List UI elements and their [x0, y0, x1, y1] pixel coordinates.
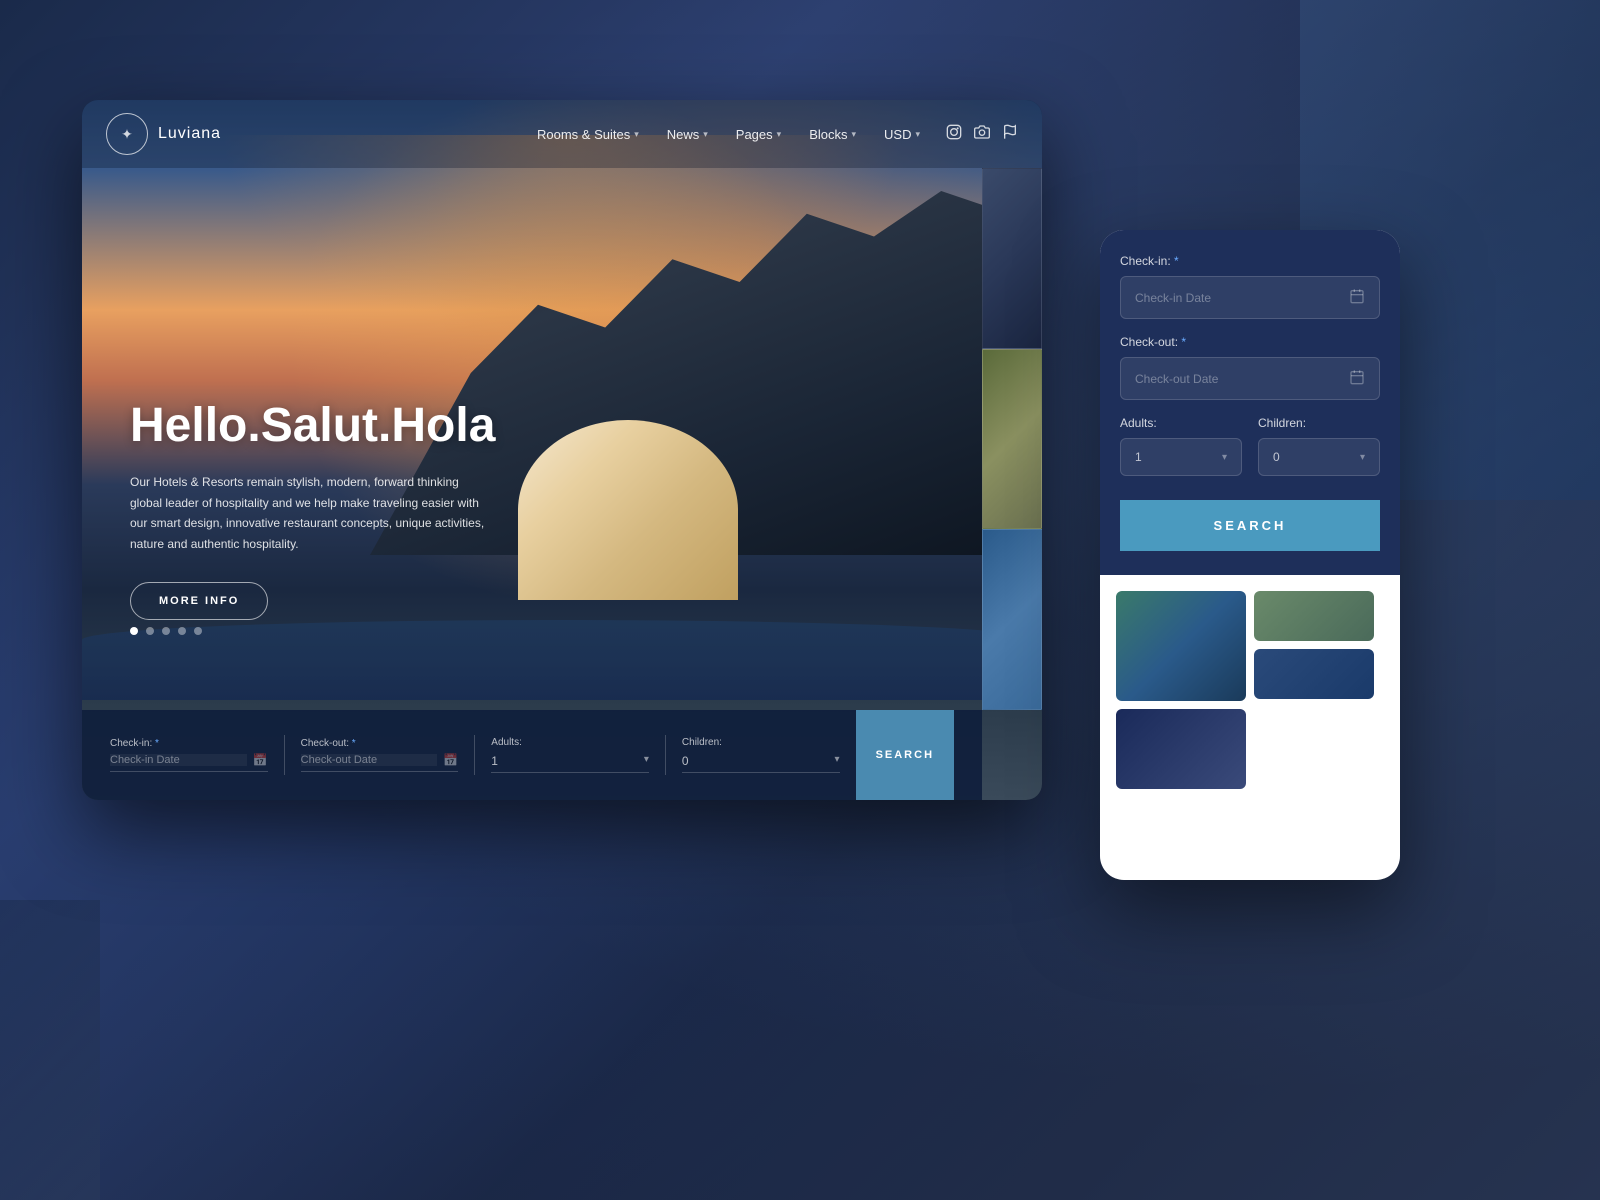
- divider-3: [665, 735, 666, 775]
- adults-select[interactable]: 1 2 3 4: [491, 752, 649, 773]
- thumbnail-3[interactable]: [982, 529, 1042, 710]
- mobile-adults-children-row: Adults: 1 ▾ Children: 0 ▾: [1120, 416, 1380, 476]
- navbar: ✦ Luviana Rooms & Suites ▾ News ▾ Pages …: [82, 100, 1042, 168]
- hero-content: Hello.Salut.Hola Our Hotels & Resorts re…: [130, 400, 495, 620]
- mobile-thumbnail-3: [1254, 649, 1374, 699]
- mobile-checkout-calendar-icon: [1349, 369, 1365, 388]
- children-select[interactable]: 0 1 2 3: [682, 752, 840, 773]
- chevron-down-icon: ▾: [915, 129, 920, 140]
- checkin-input[interactable]: Check-in Date: [110, 754, 247, 766]
- adults-field-group: Adults: 1 2 3 4: [491, 737, 649, 773]
- mobile-booking-panel: Check-in: * Check-in Date Check-out: * C…: [1100, 230, 1400, 575]
- bg-decoration-left: [0, 900, 100, 1200]
- mobile-children-select[interactable]: 0 ▾: [1258, 438, 1380, 476]
- checkin-input-row: Check-in Date 📅: [110, 753, 268, 772]
- slide-dot-5[interactable]: [194, 627, 202, 635]
- nav-item-currency[interactable]: USD ▾: [874, 121, 930, 148]
- slide-dot-2[interactable]: [146, 627, 154, 635]
- instagram-icon[interactable]: [946, 124, 962, 144]
- mobile-checkin-calendar-icon: [1349, 288, 1365, 307]
- nav-currency-label: USD: [884, 127, 911, 142]
- nav-pages-label: Pages: [736, 127, 773, 142]
- checkin-field-group: Check-in: * Check-in Date 📅: [110, 738, 268, 772]
- mobile-checkout-input[interactable]: Check-out Date: [1120, 357, 1380, 400]
- checkout-input-row: Check-out Date 📅: [301, 753, 459, 772]
- water-area: [82, 620, 1042, 700]
- checkout-field-group: Check-out: * Check-out Date 📅: [301, 738, 459, 772]
- chevron-down-icon: ▾: [703, 129, 708, 140]
- children-chevron-icon: ▾: [1360, 452, 1365, 463]
- adults-label: Adults:: [491, 737, 649, 748]
- children-field-group: Children: 0 1 2 3: [682, 737, 840, 773]
- mobile-mockup: Check-in: * Check-in Date Check-out: * C…: [1100, 230, 1400, 880]
- nav-item-rooms[interactable]: Rooms & Suites ▾: [527, 121, 649, 148]
- mobile-thumbnail-4: [1116, 709, 1246, 789]
- dome-element: [518, 420, 738, 600]
- mobile-adults-label: Adults:: [1120, 416, 1242, 430]
- slide-dot-4[interactable]: [178, 627, 186, 635]
- divider-2: [474, 735, 475, 775]
- slide-dot-3[interactable]: [162, 627, 170, 635]
- mobile-search-button[interactable]: SEARCH: [1120, 500, 1380, 551]
- thumbnail-2[interactable]: [982, 349, 1042, 530]
- chevron-down-icon: ▾: [851, 129, 856, 140]
- slider-dots: [130, 627, 202, 635]
- logo-icon: ✦: [106, 113, 148, 155]
- checkin-calendar-icon: 📅: [253, 753, 268, 767]
- mobile-checkin-label: Check-in: *: [1120, 254, 1380, 268]
- mobile-checkout-label: Check-out: *: [1120, 335, 1380, 349]
- nav-rooms-label: Rooms & Suites: [537, 127, 630, 142]
- adults-chevron-icon: ▾: [1222, 452, 1227, 463]
- mobile-thumbnails: [1100, 575, 1400, 805]
- mobile-children-label: Children:: [1258, 416, 1380, 430]
- chevron-down-icon: ▾: [634, 129, 639, 140]
- nav-item-pages[interactable]: Pages ▾: [726, 121, 791, 148]
- checkout-label: Check-out: *: [301, 738, 459, 749]
- hero-subtitle: Our Hotels & Resorts remain stylish, mod…: [130, 472, 490, 554]
- mobile-thumbnail-2: [1254, 591, 1374, 641]
- mobile-thumbnail-1: [1116, 591, 1246, 701]
- checkout-input[interactable]: Check-out Date: [301, 754, 438, 766]
- mobile-thumbnails-right: [1254, 591, 1374, 701]
- nav-item-blocks[interactable]: Blocks ▾: [799, 121, 866, 148]
- nav-blocks-label: Blocks: [809, 127, 847, 142]
- more-info-button[interactable]: MORE INFO: [130, 582, 268, 620]
- mobile-adults-field: Adults: 1 ▾: [1120, 416, 1242, 476]
- nav-icons: [946, 124, 1018, 144]
- logo-name: Luviana: [158, 125, 221, 143]
- adults-select-wrapper: 1 2 3 4: [491, 752, 649, 773]
- mobile-checkin-input[interactable]: Check-in Date: [1120, 276, 1380, 319]
- mobile-adults-select[interactable]: 1 ▾: [1120, 438, 1242, 476]
- children-label: Children:: [682, 737, 840, 748]
- flag-icon[interactable]: [1002, 124, 1018, 144]
- divider-1: [284, 735, 285, 775]
- camera-icon[interactable]: [974, 124, 990, 144]
- chevron-down-icon: ▾: [777, 129, 782, 140]
- mobile-children-field: Children: 0 ▾: [1258, 416, 1380, 476]
- hero-title: Hello.Salut.Hola: [130, 400, 495, 453]
- slide-dot-1[interactable]: [130, 627, 138, 635]
- nav-item-news[interactable]: News ▾: [657, 121, 718, 148]
- nav-news-label: News: [667, 127, 700, 142]
- desktop-search-button[interactable]: SEARCH: [856, 710, 954, 800]
- logo-area: ✦ Luviana: [106, 113, 221, 155]
- desktop-search-bar: Check-in: * Check-in Date 📅 Check-out: *…: [82, 710, 982, 800]
- thumbnail-1[interactable]: [982, 168, 1042, 349]
- children-select-wrapper: 0 1 2 3: [682, 752, 840, 773]
- desktop-mockup: ✦ Luviana Rooms & Suites ▾ News ▾ Pages …: [82, 100, 1042, 800]
- checkout-calendar-icon: 📅: [443, 753, 458, 767]
- nav-links: Rooms & Suites ▾ News ▾ Pages ▾ Blocks ▾…: [527, 121, 930, 148]
- checkin-label: Check-in: *: [110, 738, 268, 749]
- thumbnail-strip: [982, 168, 1042, 710]
